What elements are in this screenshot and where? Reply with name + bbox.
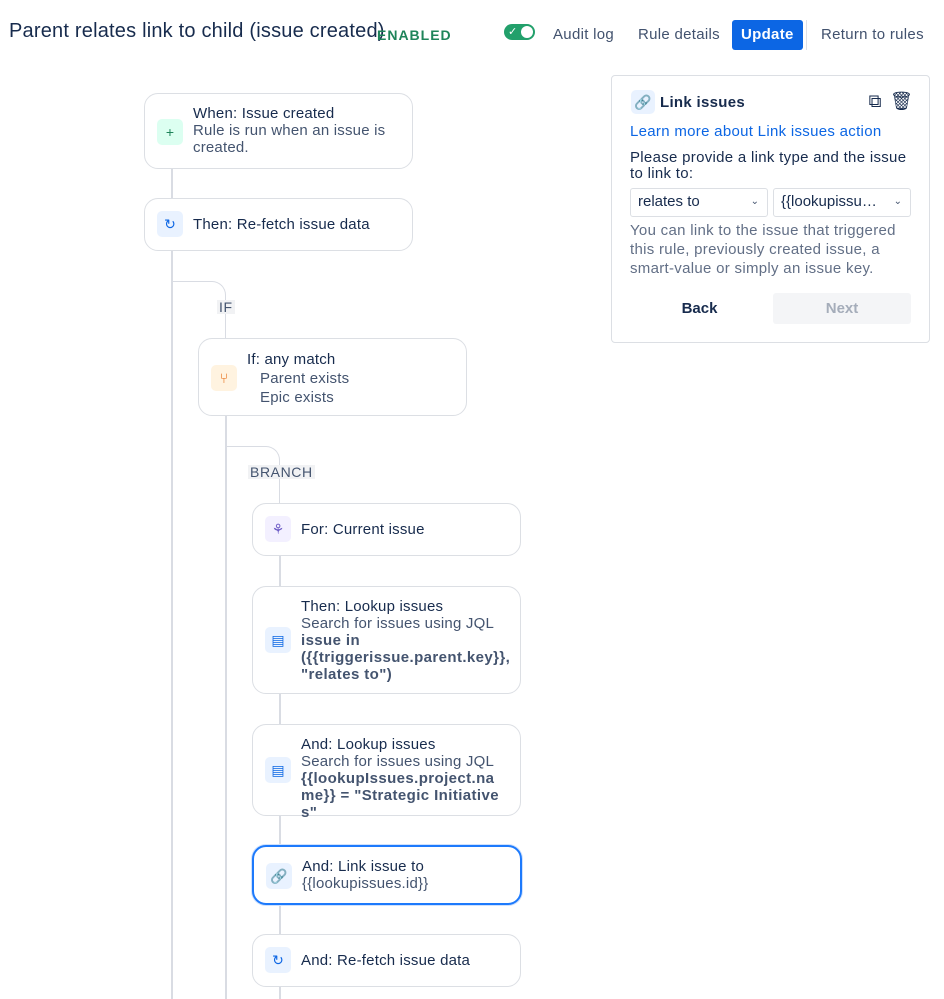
branch-condition-icon: ⑂: [211, 365, 237, 391]
refetch-issue-card[interactable]: ↻ And: Re-fetch issue data: [252, 934, 521, 987]
page-title: Parent relates link to child (issue crea…: [9, 20, 385, 42]
refresh-icon: ↻: [265, 947, 291, 973]
lookup-jql: issue in ({{triggerissue.parent.key}}, "…: [301, 632, 511, 683]
issue-to-link-select[interactable]: {{lookupissu… ⌄: [773, 188, 911, 217]
lookup-title: Then: Lookup issues: [301, 598, 444, 615]
lookup-title: And: Lookup issues: [301, 736, 436, 753]
learn-more-link[interactable]: Learn more about Link issues action: [630, 123, 881, 140]
check-icon: ✓: [508, 26, 518, 38]
link-description: {{lookupissues.id}}: [302, 875, 429, 892]
refetch-title: Then: Re-fetch issue data: [193, 216, 370, 233]
connector-line: [279, 693, 281, 725]
header-divider: [806, 20, 807, 50]
toggle-knob: [521, 26, 533, 38]
trigger-card[interactable]: + When: Issue created Rule is run when a…: [144, 93, 413, 169]
branch-for-card[interactable]: ⚘ For: Current issue: [252, 503, 521, 556]
update-button[interactable]: Update: [732, 20, 803, 50]
trigger-description: Rule is run when an issue is created.: [193, 122, 386, 156]
hierarchy-icon: ⚘: [265, 516, 291, 542]
branch-label: BRANCH: [248, 464, 315, 480]
if-label: IF: [217, 299, 235, 315]
link-type-value: relates to: [638, 193, 700, 210]
refresh-icon: ↻: [157, 211, 183, 237]
lookup-icon: ▤: [265, 627, 291, 653]
link-issues-panel: 🔗 Link issues ⧉ 🗑 Learn more about Link …: [611, 75, 930, 343]
return-to-rules-button[interactable]: Return to rules: [812, 20, 933, 50]
connector-line: [279, 986, 281, 999]
link-issue-card[interactable]: 🔗 And: Link issue to {{lookupissues.id}}: [252, 845, 522, 905]
condition-title: If: any match: [247, 351, 336, 368]
chevron-down-icon: ⌄: [750, 196, 759, 207]
connector-line: [171, 250, 173, 999]
refetch-title: And: Re-fetch issue data: [301, 952, 471, 969]
connector-line: [279, 903, 281, 935]
status-badge: ENABLED: [377, 27, 452, 43]
plus-icon: +: [157, 119, 183, 145]
condition-card[interactable]: ⑂ If: any match Parent exists Epic exist…: [198, 338, 467, 416]
lookup-description: Search for issues using JQL: [301, 753, 494, 770]
delete-icon[interactable]: 🗑: [890, 90, 913, 112]
issue-to-link-value: {{lookupissu…: [781, 193, 877, 210]
connector-line: [279, 815, 281, 847]
trigger-title: When: Issue created: [193, 105, 335, 122]
copy-icon[interactable]: ⧉: [865, 90, 885, 112]
lookup-jql: {{lookupIssues.project.name}} = "Strateg…: [301, 770, 499, 821]
chevron-down-icon: ⌄: [893, 196, 902, 207]
branch-for-title: For: Current issue: [301, 521, 425, 538]
condition-item: Epic exists: [260, 389, 334, 406]
enabled-toggle[interactable]: ✓: [504, 24, 535, 40]
connector-line: [279, 555, 281, 587]
back-button[interactable]: Back: [654, 293, 745, 324]
next-button[interactable]: Next: [773, 293, 911, 324]
rule-details-button[interactable]: Rule details: [629, 20, 729, 50]
link-type-select[interactable]: relates to ⌄: [630, 188, 768, 217]
condition-item: Parent exists: [260, 370, 350, 387]
link-icon: 🔗: [266, 863, 292, 889]
lookup-icon: ▤: [265, 757, 291, 783]
audit-log-button[interactable]: Audit log: [544, 20, 623, 50]
link-icon: 🔗: [631, 90, 655, 114]
link-title: And: Link issue to: [302, 858, 425, 875]
panel-instruction: Please provide a link type and the issue…: [630, 149, 907, 182]
panel-help-text: You can link to the issue that triggered…: [630, 222, 896, 277]
refetch-issue-card[interactable]: ↻ Then: Re-fetch issue data: [144, 198, 413, 251]
lookup-issues-card[interactable]: ▤ Then: Lookup issues Search for issues …: [252, 586, 521, 694]
lookup-description: Search for issues using JQL: [301, 615, 494, 632]
connector-line: [171, 168, 173, 200]
panel-title: Link issues: [660, 94, 746, 111]
lookup-issues-card[interactable]: ▤ And: Lookup issues Search for issues u…: [252, 724, 521, 821]
